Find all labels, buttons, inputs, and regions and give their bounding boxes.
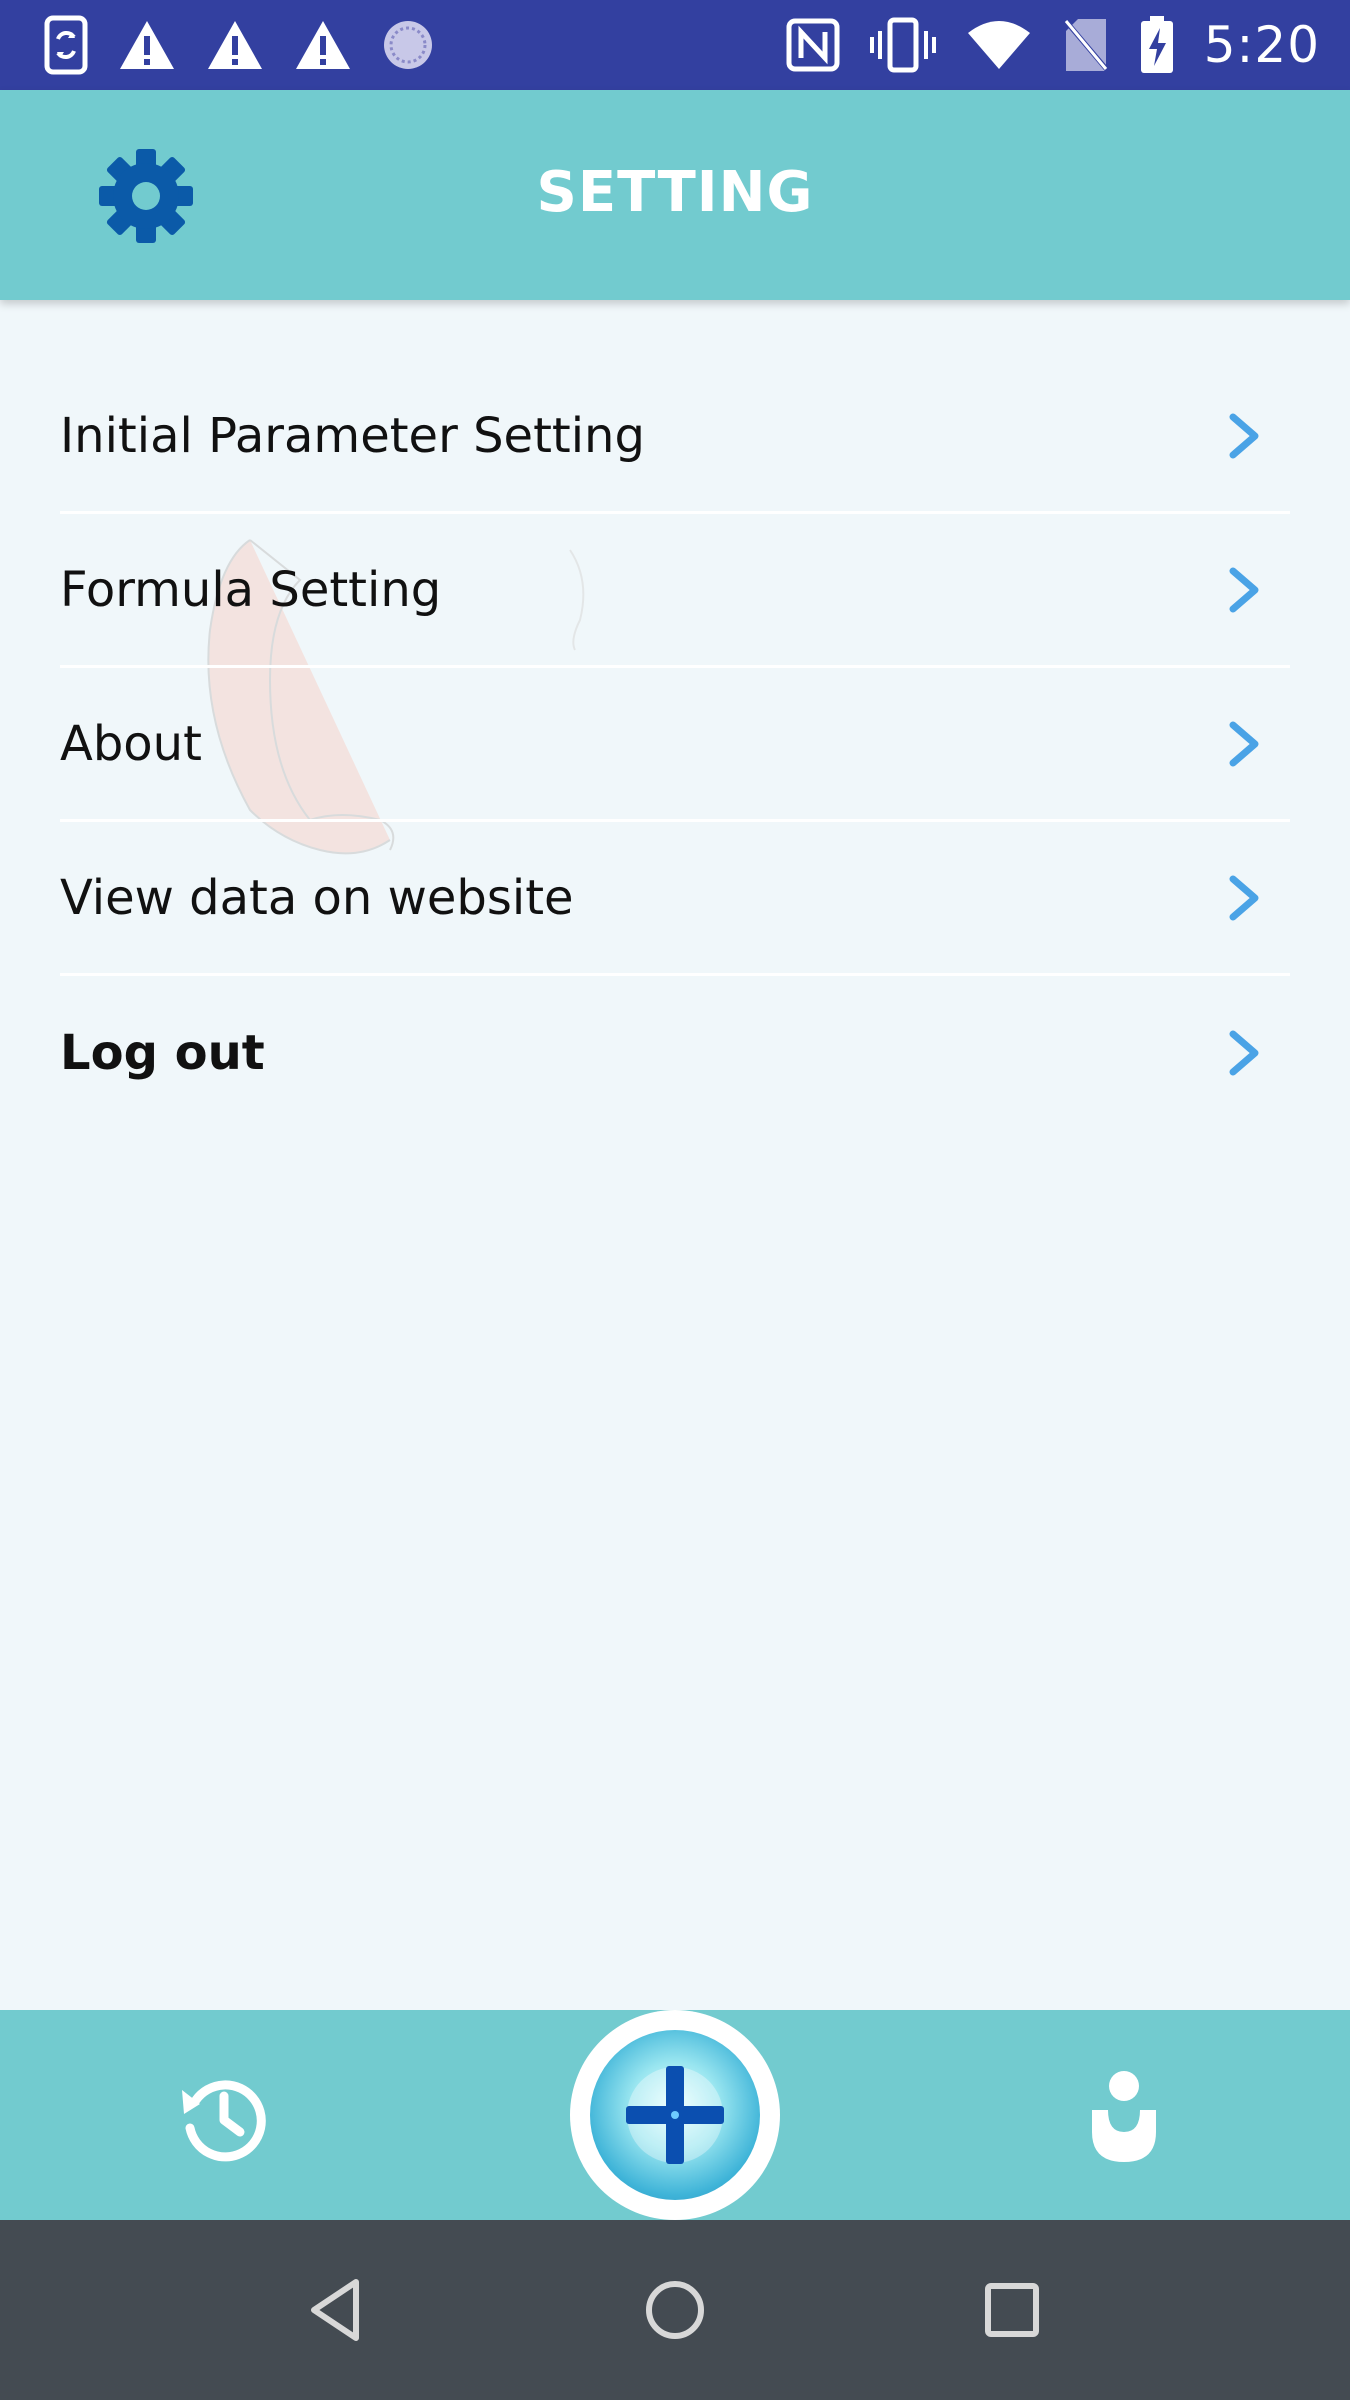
chevron-right-icon <box>1229 567 1259 612</box>
nfc-icon <box>786 18 840 72</box>
status-left-icons <box>44 15 434 75</box>
clock-time: 5:20 <box>1203 16 1320 74</box>
home-icon[interactable] <box>635 2270 715 2350</box>
menu-item-view-data-on-website[interactable]: View data on website <box>60 822 1290 976</box>
back-icon[interactable] <box>298 2270 378 2350</box>
menu-item-label: About <box>60 715 202 772</box>
status-bar: 5:20 <box>0 0 1350 90</box>
add-measurement-button[interactable] <box>570 2010 780 2220</box>
app-header: SETTING <box>0 90 1350 300</box>
status-right-icons: 5:20 <box>786 16 1320 74</box>
phone-sync-icon <box>44 15 88 75</box>
history-icon[interactable] <box>176 2070 272 2166</box>
no-sim-icon <box>1061 17 1110 73</box>
chevron-right-icon <box>1229 413 1259 458</box>
menu-item-label: View data on website <box>60 869 574 926</box>
menu-item-about[interactable]: About <box>60 668 1290 822</box>
menu-item-formula-setting[interactable]: Formula Setting <box>60 514 1290 668</box>
menu-item-initial-parameter-setting[interactable]: Initial Parameter Setting <box>60 360 1290 514</box>
profile-icon[interactable] <box>1084 2070 1164 2170</box>
menu-item-label: Initial Parameter Setting <box>60 407 645 464</box>
chevron-right-icon <box>1229 875 1259 920</box>
wifi-icon <box>966 19 1032 71</box>
add-measurement-icon <box>590 2030 760 2200</box>
warning-icon <box>118 19 176 71</box>
battery-charging-icon <box>1140 16 1174 74</box>
warning-icon <box>206 19 264 71</box>
warning-icon <box>294 19 352 71</box>
recents-icon[interactable] <box>972 2270 1052 2350</box>
menu-item-label: Log out <box>60 1025 265 1081</box>
system-nav-bar <box>0 2220 1350 2400</box>
vibrate-icon <box>869 17 936 73</box>
chevron-right-icon <box>1229 721 1259 766</box>
menu-item-log-out[interactable]: Log out <box>60 976 1290 1130</box>
chevron-right-icon <box>1229 1030 1259 1076</box>
page-title: SETTING <box>536 160 814 225</box>
menu-item-label: Formula Setting <box>60 561 442 618</box>
loading-icon <box>382 19 434 71</box>
settings-menu: Initial Parameter Setting Formula Settin… <box>60 360 1290 1130</box>
